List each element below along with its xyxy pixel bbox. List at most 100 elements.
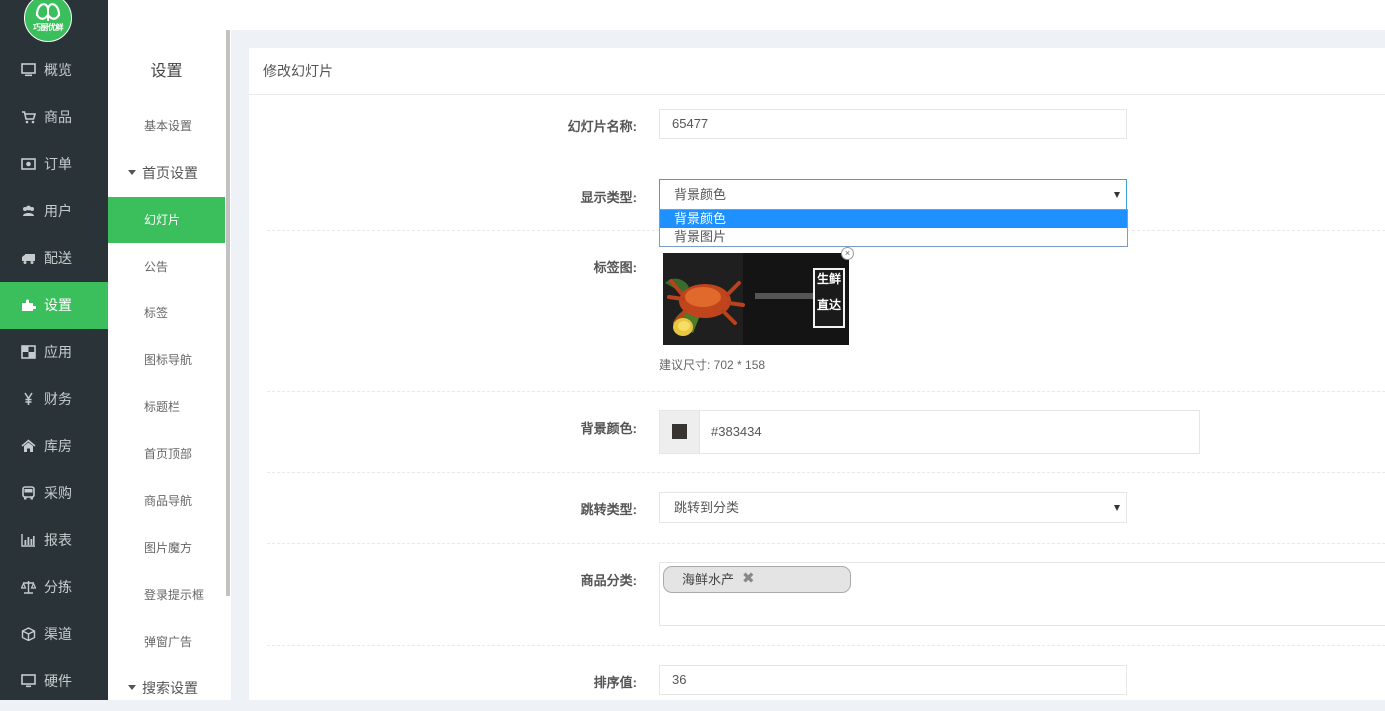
money-icon [21, 158, 36, 170]
sidebar-item-delivery[interactable]: 配送 [0, 235, 108, 282]
divider [267, 543, 1385, 544]
sidebar-item-overview[interactable]: 概览 [0, 47, 108, 94]
name-label: 幻灯片名称: [567, 119, 637, 134]
banner-thumbnail[interactable]: 生鲜 直达 [663, 253, 849, 345]
divider [249, 94, 1385, 95]
sidebar-item-warehouse[interactable]: 库房 [0, 423, 108, 470]
divider [267, 645, 1385, 646]
submenu-item-login-prompt[interactable]: 登录提示框 [108, 572, 225, 618]
color-picker-button[interactable] [660, 411, 700, 453]
page-title: 修改幻灯片 [263, 63, 333, 79]
cart-icon [22, 111, 36, 124]
bar-chart-icon [21, 534, 35, 547]
main-sidebar: 巧厨优鲜 概览 商品 订单 用户 配送 设置 应用 财务 库房 采购 报表 分拣… [0, 0, 108, 700]
bg-color-field: #383434 [659, 410, 1200, 454]
jump-type-select[interactable]: 跳转到分类 [659, 492, 1127, 523]
submenu-item-slides[interactable]: 幻灯片 [108, 197, 225, 243]
leaf-logo-icon [35, 3, 61, 21]
option-bg-color[interactable]: 背景颜色 [660, 210, 1127, 228]
submenu-item-picture-cube[interactable]: 图片魔方 [108, 525, 225, 571]
sidebar-item-goods[interactable]: 商品 [0, 94, 108, 141]
submenu-title: 设置 [150, 63, 183, 80]
sidebar-item-label: 用户 [44, 203, 72, 219]
divider [267, 472, 1385, 473]
banner-text-bottom: 直达 [816, 298, 841, 312]
submenu-item-home-top[interactable]: 首页顶部 [108, 431, 225, 477]
cube-icon [21, 627, 36, 641]
divider [267, 391, 1385, 392]
sidebar-item-label: 硬件 [44, 673, 72, 689]
display-type-label: 显示类型: [580, 190, 637, 205]
submenu-item-popup-ad[interactable]: 弹窗广告 [108, 619, 225, 665]
yen-icon [24, 392, 33, 405]
sidebar-item-finance[interactable]: 财务 [0, 376, 108, 423]
sidebar-item-orders[interactable]: 订单 [0, 141, 108, 188]
scale-icon [21, 581, 36, 594]
remove-image-icon[interactable]: × [841, 247, 854, 260]
bus-icon [22, 486, 35, 500]
sidebar-item-label: 采购 [44, 485, 72, 501]
tag-image-label: 标签图: [593, 260, 637, 275]
sort-label: 排序值: [593, 675, 637, 690]
option-bg-image[interactable]: 背景图片 [660, 228, 1127, 246]
submenu-item-title-bar[interactable]: 标题栏 [108, 384, 225, 430]
category-label: 商品分类: [580, 573, 637, 588]
banner-text-top: 生鲜 [816, 272, 841, 286]
brand-name: 巧厨优鲜 [33, 23, 64, 32]
submenu-item-basic[interactable]: 基本设置 [108, 103, 225, 149]
sidebar-item-label: 设置 [44, 297, 72, 313]
submenu-item-goods-nav[interactable]: 商品导航 [108, 478, 225, 524]
sidebar-item-label: 报表 [44, 532, 72, 548]
desktop-icon [21, 674, 36, 688]
sidebar-item-channels[interactable]: 渠道 [0, 611, 108, 658]
sidebar-item-label: 配送 [44, 250, 72, 266]
truck-icon [22, 254, 35, 264]
submenu-scrollbar[interactable] [225, 30, 231, 700]
dropdown-arrow-icon [1114, 505, 1120, 511]
edit-slide-panel: 修改幻灯片 幻灯片名称: 65477 显示类型: 背景颜色 背景颜色 背景图片 … [249, 48, 1385, 700]
puzzle-icon [22, 299, 36, 311]
sidebar-item-label: 财务 [44, 391, 72, 407]
bg-color-input[interactable]: #383434 [711, 411, 762, 453]
grid-icon [21, 345, 36, 359]
scrollbar-thumb[interactable] [226, 30, 230, 596]
sort-value-input[interactable]: 36 [659, 665, 1127, 695]
caret-down-icon [128, 685, 136, 690]
sidebar-item-purchase[interactable]: 采购 [0, 470, 108, 517]
remove-tag-icon[interactable]: ✖ [742, 567, 755, 590]
color-swatch [672, 424, 687, 439]
category-tag: 海鲜水产 ✖ [663, 566, 851, 593]
sidebar-item-sorting[interactable]: 分拣 [0, 564, 108, 611]
category-multiselect[interactable]: 海鲜水产 ✖ [659, 562, 1385, 626]
size-hint: 建议尺寸: 702 * 158 [659, 358, 766, 372]
sidebar-item-label: 渠道 [44, 626, 72, 642]
display-type-select[interactable]: 背景颜色 [659, 179, 1127, 210]
sidebar-item-hardware[interactable]: 硬件 [0, 658, 108, 705]
display-type-value: 背景颜色 [674, 187, 727, 202]
home-icon [21, 439, 36, 452]
sidebar-item-apps[interactable]: 应用 [0, 329, 108, 376]
submenu-item-notice[interactable]: 公告 [108, 244, 225, 290]
sidebar-item-label: 库房 [44, 438, 72, 454]
dropdown-arrow-icon [1114, 192, 1120, 198]
submenu-group-home[interactable]: 首页设置 [108, 150, 225, 196]
category-tag-label: 海鲜水产 [682, 572, 735, 587]
bg-color-label: 背景颜色: [580, 421, 637, 436]
sidebar-item-label: 应用 [44, 344, 72, 360]
display-type-dropdown: 背景颜色 背景图片 [659, 209, 1128, 247]
caret-down-icon [128, 170, 136, 175]
sidebar-item-label: 商品 [44, 109, 72, 125]
submenu-item-tags[interactable]: 标签 [108, 290, 225, 336]
brand-logo[interactable]: 巧厨优鲜 [24, 0, 72, 42]
users-icon [23, 205, 34, 216]
sidebar-item-users[interactable]: 用户 [0, 188, 108, 235]
sidebar-item-label: 分拣 [44, 579, 72, 595]
top-bar [108, 0, 1385, 30]
sidebar-item-reports[interactable]: 报表 [0, 517, 108, 564]
sidebar-item-label: 概览 [44, 62, 72, 78]
slide-name-input[interactable]: 65477 [659, 109, 1127, 139]
submenu-group-search[interactable]: 搜索设置 [108, 665, 225, 711]
submenu-item-icon-nav[interactable]: 图标导航 [108, 337, 225, 383]
jump-type-value: 跳转到分类 [674, 500, 740, 515]
sidebar-item-settings[interactable]: 设置 [0, 282, 108, 329]
